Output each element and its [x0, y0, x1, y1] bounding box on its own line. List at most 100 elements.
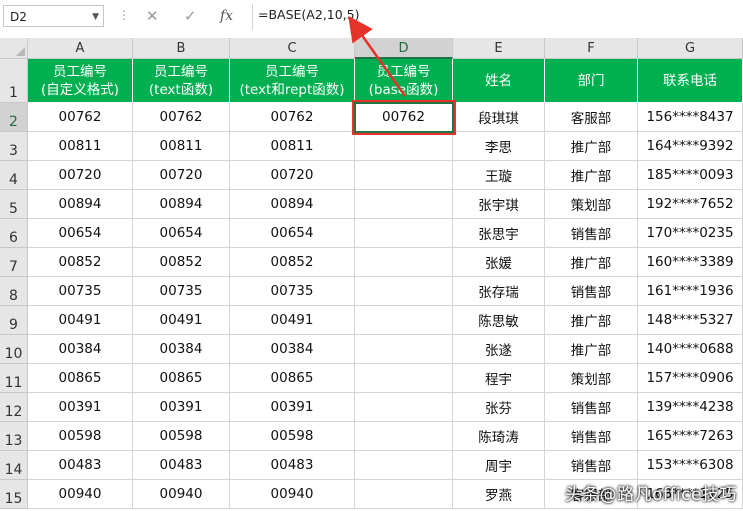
- row-header-5[interactable]: 5: [0, 190, 28, 219]
- table-cell[interactable]: 165****7263: [638, 422, 743, 451]
- table-cell[interactable]: 00762: [133, 103, 230, 132]
- column-header-g[interactable]: G: [638, 38, 743, 59]
- table-cell[interactable]: 00654: [28, 219, 133, 248]
- table-cell[interactable]: 139****4238: [638, 393, 743, 422]
- table-cell[interactable]: [355, 277, 453, 306]
- table-cell[interactable]: 00598: [28, 422, 133, 451]
- table-cell[interactable]: 00491: [230, 306, 355, 335]
- table-cell[interactable]: 00865: [133, 364, 230, 393]
- table-cell[interactable]: 185****0093: [638, 161, 743, 190]
- table-cell[interactable]: 00384: [230, 335, 355, 364]
- table-cell[interactable]: 00940: [133, 480, 230, 509]
- table-cell[interactable]: 161****1936: [638, 277, 743, 306]
- table-cell[interactable]: [355, 248, 453, 277]
- column-header-c[interactable]: C: [230, 38, 355, 59]
- table-cell[interactable]: [355, 393, 453, 422]
- column-header-d[interactable]: D: [355, 38, 453, 59]
- table-cell[interactable]: 00491: [28, 306, 133, 335]
- table-cell[interactable]: 00762: [230, 103, 355, 132]
- insert-function-icon[interactable]: fx: [220, 4, 233, 28]
- table-cell[interactable]: 客服部: [545, 103, 638, 132]
- formula-input[interactable]: =BASE(A2,10,5): [252, 4, 741, 30]
- table-cell[interactable]: [355, 480, 453, 509]
- table-cell[interactable]: 00384: [28, 335, 133, 364]
- row-header-12[interactable]: 12: [0, 393, 28, 422]
- table-cell[interactable]: 张宇琪: [453, 190, 545, 219]
- table-cell[interactable]: 140****0688: [638, 335, 743, 364]
- table-cell[interactable]: 00811: [230, 132, 355, 161]
- table-cell[interactable]: 00654: [230, 219, 355, 248]
- table-cell[interactable]: 00483: [230, 451, 355, 480]
- table-cell[interactable]: 策划部: [545, 364, 638, 393]
- table-cell[interactable]: 00735: [230, 277, 355, 306]
- table-cell[interactable]: 00894: [133, 190, 230, 219]
- table-cell[interactable]: 00391: [133, 393, 230, 422]
- row-header-7[interactable]: 7: [0, 248, 28, 277]
- table-cell[interactable]: 周宇: [453, 451, 545, 480]
- table-cell[interactable]: 00384: [133, 335, 230, 364]
- table-cell[interactable]: 00598: [133, 422, 230, 451]
- row-header-2[interactable]: 2: [0, 103, 28, 132]
- table-cell[interactable]: 推广部: [545, 335, 638, 364]
- header-cell[interactable]: 员工编号 (text函数): [133, 59, 230, 103]
- table-cell[interactable]: 张存瑞: [453, 277, 545, 306]
- table-cell[interactable]: 00852: [28, 248, 133, 277]
- table-cell[interactable]: 陈琦涛: [453, 422, 545, 451]
- table-cell[interactable]: 销售部: [545, 451, 638, 480]
- table-cell[interactable]: 销售部: [545, 219, 638, 248]
- table-cell[interactable]: 00491: [133, 306, 230, 335]
- table-cell[interactable]: 00391: [230, 393, 355, 422]
- table-cell[interactable]: 00735: [28, 277, 133, 306]
- table-cell[interactable]: 00852: [133, 248, 230, 277]
- header-cell[interactable]: 员工编号 (base函数): [355, 59, 453, 103]
- table-cell[interactable]: 00865: [28, 364, 133, 393]
- header-cell[interactable]: 员工编号 (自定义格式): [28, 59, 133, 103]
- header-cell[interactable]: 员工编号 (text和rept函数): [230, 59, 355, 103]
- table-cell[interactable]: 00940: [28, 480, 133, 509]
- table-cell[interactable]: 推广部: [545, 161, 638, 190]
- row-header-3[interactable]: 3: [0, 132, 28, 161]
- table-cell[interactable]: 推广部: [545, 306, 638, 335]
- row-header-14[interactable]: 14: [0, 451, 28, 480]
- cancel-icon[interactable]: ✕: [146, 4, 159, 28]
- chevron-down-icon[interactable]: ▼: [92, 6, 99, 28]
- table-cell[interactable]: 00762: [28, 103, 133, 132]
- table-cell[interactable]: 00720: [133, 161, 230, 190]
- enter-icon[interactable]: ✓: [184, 4, 197, 28]
- table-cell[interactable]: 148****5327: [638, 306, 743, 335]
- table-cell[interactable]: 00811: [133, 132, 230, 161]
- table-cell[interactable]: 00940: [230, 480, 355, 509]
- table-cell[interactable]: 销售部: [545, 393, 638, 422]
- table-cell[interactable]: 程宇: [453, 364, 545, 393]
- table-cell[interactable]: 销售部: [545, 277, 638, 306]
- table-cell[interactable]: 00852: [230, 248, 355, 277]
- table-cell[interactable]: 00735: [133, 277, 230, 306]
- table-cell[interactable]: 160****3389: [638, 248, 743, 277]
- table-cell[interactable]: 00894: [230, 190, 355, 219]
- row-header-13[interactable]: 13: [0, 422, 28, 451]
- row-header-15[interactable]: 15: [0, 480, 28, 509]
- table-cell[interactable]: 164****9392: [638, 132, 743, 161]
- column-header-e[interactable]: E: [453, 38, 545, 59]
- name-box[interactable]: D2 ▼: [3, 5, 104, 27]
- table-cell[interactable]: 00865: [230, 364, 355, 393]
- row-header-6[interactable]: 6: [0, 219, 28, 248]
- table-cell[interactable]: 张媛: [453, 248, 545, 277]
- table-cell[interactable]: 王璇: [453, 161, 545, 190]
- table-cell[interactable]: 陈思敏: [453, 306, 545, 335]
- table-cell[interactable]: [355, 335, 453, 364]
- table-cell[interactable]: 157****0906: [638, 364, 743, 393]
- table-cell[interactable]: [355, 451, 453, 480]
- table-cell[interactable]: 推广部: [545, 132, 638, 161]
- table-cell[interactable]: [355, 422, 453, 451]
- table-cell[interactable]: 李思: [453, 132, 545, 161]
- select-all-corner[interactable]: [0, 38, 28, 59]
- table-cell[interactable]: 张思宇: [453, 219, 545, 248]
- table-cell[interactable]: 罗燕: [453, 480, 545, 509]
- table-cell[interactable]: [355, 190, 453, 219]
- table-cell[interactable]: 00483: [28, 451, 133, 480]
- table-cell[interactable]: 00811: [28, 132, 133, 161]
- header-cell[interactable]: 部门: [545, 59, 638, 103]
- table-cell[interactable]: 156****8437: [638, 103, 743, 132]
- table-cell[interactable]: 销售部: [545, 422, 638, 451]
